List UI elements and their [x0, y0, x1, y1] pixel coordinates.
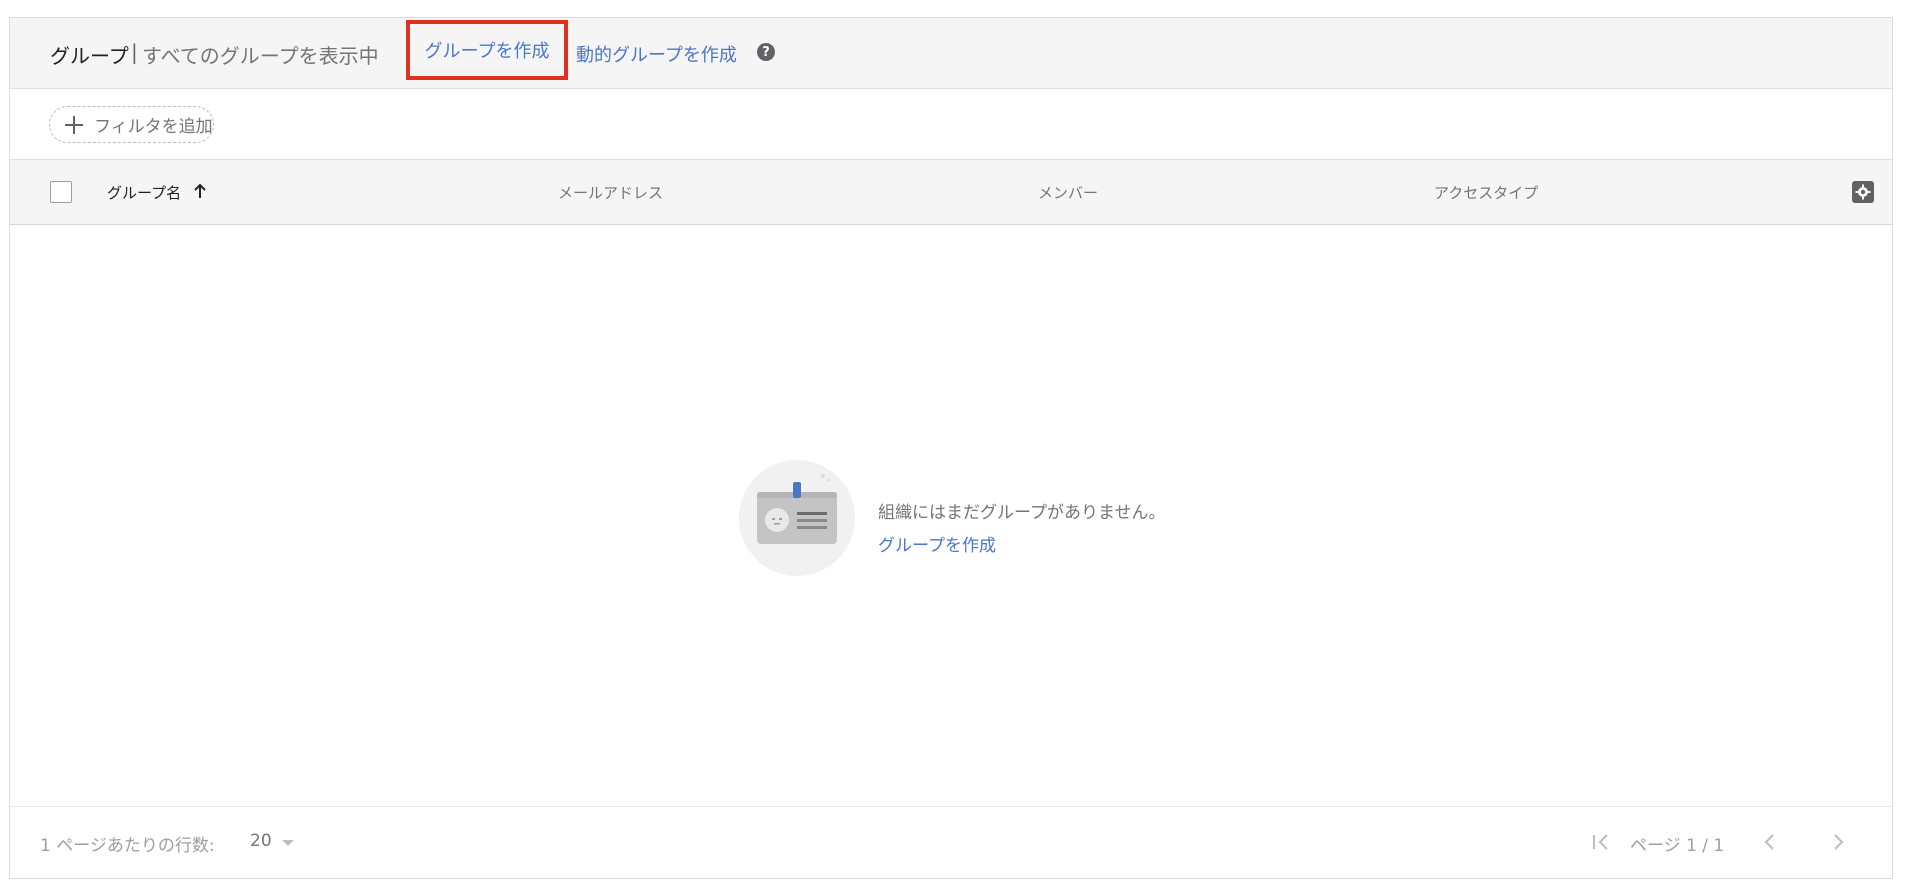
- add-filter-label: フィルタを追加: [94, 117, 213, 137]
- table-footer: 1 ページあたりの行数: 20 ページ 1 / 1: [10, 806, 1892, 878]
- create-group-label: グループを作成: [424, 41, 550, 62]
- help-icon[interactable]: ?: [757, 43, 775, 61]
- chevron-right-icon[interactable]: [1828, 827, 1848, 857]
- create-group-link[interactable]: グループを作成: [406, 20, 568, 80]
- column-header-access-type[interactable]: アクセスタイプ: [1434, 182, 1538, 203]
- table-header: グループ名 メールアドレス メンバー アクセスタイプ: [10, 160, 1892, 225]
- title-separator: |: [131, 40, 138, 64]
- gear-icon[interactable]: [1852, 181, 1874, 203]
- id-card-icon: [757, 474, 837, 544]
- chevron-left-icon[interactable]: [1760, 827, 1780, 857]
- groups-panel: グループ | すべてのグループを表示中 グループを作成 動的グループを作成 ? …: [9, 17, 1893, 879]
- plus-icon: [64, 115, 84, 135]
- select-all-checkbox[interactable]: [50, 181, 72, 203]
- column-header-email[interactable]: メールアドレス: [558, 182, 663, 203]
- page-subtitle: すべてのグループを表示中: [142, 44, 379, 68]
- filter-bar: フィルタを追加: [10, 89, 1892, 160]
- page-header: グループ | すべてのグループを表示中 グループを作成 動的グループを作成 ?: [10, 18, 1892, 89]
- column-header-members[interactable]: メンバー: [1038, 182, 1098, 203]
- create-dynamic-group-link[interactable]: 動的グループを作成: [576, 41, 737, 67]
- page-indicator: ページ 1 / 1: [1630, 836, 1725, 856]
- column-header-group-name[interactable]: グループ名: [107, 182, 181, 203]
- arrow-up-icon[interactable]: [193, 183, 207, 199]
- rows-per-page-select[interactable]: 20: [250, 831, 272, 851]
- add-filter-button[interactable]: フィルタを追加: [49, 106, 214, 143]
- empty-state-create-group-link[interactable]: グループを作成: [878, 531, 996, 556]
- empty-state-message: 組織にはまだグループがありません。: [878, 503, 1166, 523]
- gear-glyph: [1855, 184, 1871, 200]
- rows-per-page-label: 1 ページあたりの行数:: [40, 836, 215, 856]
- first-page-icon[interactable]: [1590, 827, 1614, 857]
- page-title: グループ: [50, 44, 129, 68]
- chevron-down-icon[interactable]: [282, 840, 294, 846]
- empty-state-illustration: [739, 460, 855, 576]
